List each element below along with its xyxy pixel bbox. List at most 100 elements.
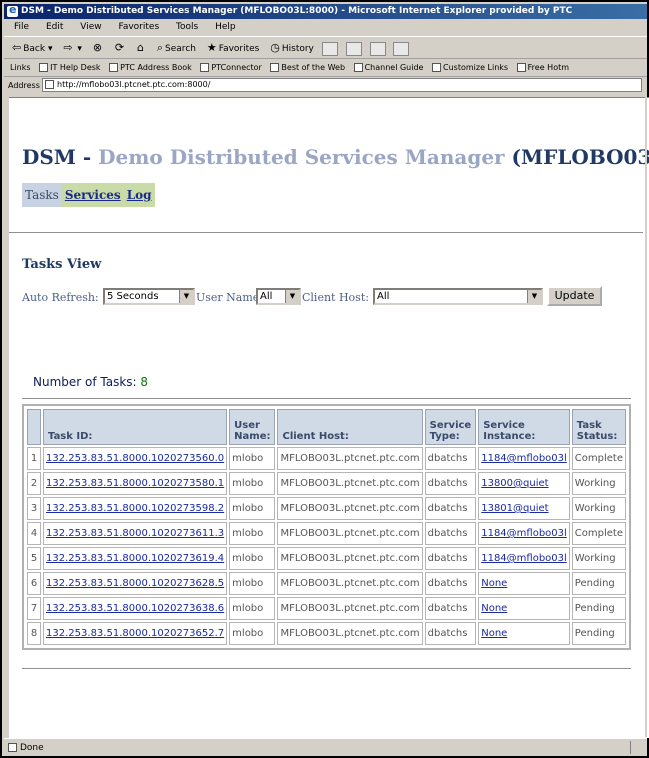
- link-channel-guide[interactable]: Channel Guide: [353, 63, 423, 72]
- table-cell: 132.253.83.51.8000.1020273652.7: [43, 622, 228, 645]
- table-cell: 6: [27, 572, 42, 595]
- page-icon: [45, 80, 54, 89]
- task-id-link[interactable]: 132.253.83.51.8000.1020273598.2: [46, 503, 224, 514]
- header-task-status: Task Status:: [571, 409, 626, 445]
- history-button[interactable]: ◷ History: [270, 38, 314, 59]
- menu-favorites[interactable]: Favorites: [118, 22, 159, 32]
- table-cell: dbatchs: [424, 497, 477, 520]
- task-id-link[interactable]: 132.253.83.51.8000.1020273628.5: [46, 578, 224, 589]
- tab-tasks[interactable]: Tasks: [22, 183, 62, 207]
- divider: [9, 232, 643, 233]
- search-button[interactable]: ⌕ Search: [157, 38, 196, 59]
- menu-edit[interactable]: Edit: [46, 22, 63, 32]
- row-index: 6: [30, 578, 38, 589]
- mail-icon[interactable]: [321, 41, 338, 56]
- table-cell: MFLOBO03L.ptcnet.ptc.com: [277, 522, 423, 545]
- favorites-button[interactable]: ★ Favorites: [207, 38, 260, 59]
- header-index: [27, 409, 42, 445]
- service-instance-link[interactable]: None: [481, 578, 507, 589]
- menu-view[interactable]: View: [80, 22, 101, 32]
- table-row: 2 132.253.83.51.8000.1020273580.1 mlobo MFL…: [27, 472, 626, 495]
- client-host-cell: MFLOBO03L.ptcnet.ptc.com: [280, 628, 420, 639]
- service-instance-link[interactable]: 1184@mflobo03l: [481, 528, 567, 539]
- link-customize-links[interactable]: Customize Links: [432, 63, 508, 72]
- stop-button[interactable]: ⊗: [93, 38, 104, 59]
- home-button[interactable]: ⌂: [137, 38, 146, 59]
- forward-button[interactable]: ⇨ ▾: [63, 38, 82, 59]
- client-host-cell: MFLOBO03L.ptcnet.ptc.com: [280, 478, 420, 489]
- user-name-cell: mlobo: [232, 578, 264, 589]
- task-id-link[interactable]: 132.253.83.51.8000.1020273580.1: [46, 478, 224, 489]
- status-text: Done: [20, 743, 44, 753]
- link-it-help-desk[interactable]: IT Help Desk: [39, 63, 101, 72]
- auto-refresh-select[interactable]: 5 Seconds ▼: [103, 288, 195, 305]
- table-cell: 132.253.83.51.8000.1020273638.6: [43, 597, 228, 620]
- service-instance-link[interactable]: 1184@mflobo03l: [481, 553, 567, 564]
- address-input[interactable]: http://mflobo03l.ptcnet.ptc.com:8000/: [42, 78, 642, 92]
- user-name-cell: mlobo: [232, 628, 264, 639]
- table-cell: Working: [571, 472, 626, 495]
- service-type-cell: dbatchs: [427, 453, 468, 464]
- discuss-icon[interactable]: [393, 41, 410, 56]
- menu-tools[interactable]: Tools: [176, 22, 198, 32]
- client-host-cell: MFLOBO03L.ptcnet.ptc.com: [280, 503, 420, 514]
- user-name-cell: mlobo: [232, 503, 264, 514]
- scrollbar[interactable]: [645, 97, 647, 737]
- table-cell: 1: [27, 447, 42, 470]
- header-client-host: Client Host:: [277, 409, 423, 445]
- service-instance-link[interactable]: None: [481, 628, 507, 639]
- user-name-select[interactable]: All ▼: [256, 288, 301, 305]
- service-type-cell: dbatchs: [427, 553, 468, 564]
- service-type-cell: dbatchs: [427, 628, 468, 639]
- user-name-cell: mlobo: [232, 603, 264, 614]
- back-arrow-icon: ⇦: [12, 41, 22, 54]
- menu-file[interactable]: File: [14, 22, 29, 32]
- task-id-link[interactable]: 132.253.83.51.8000.1020273638.6: [46, 603, 224, 614]
- service-instance-link[interactable]: None: [481, 603, 507, 614]
- task-id-link[interactable]: 132.253.83.51.8000.1020273611.3: [46, 528, 224, 539]
- menu-help[interactable]: Help: [215, 22, 236, 32]
- link-ptconnector[interactable]: PTConnector: [200, 63, 262, 72]
- status-divider: [630, 741, 643, 754]
- table-cell: 132.253.83.51.8000.1020273598.2: [43, 497, 228, 520]
- table-cell: mlobo: [229, 597, 276, 620]
- table-cell: mlobo: [229, 472, 276, 495]
- row-index: 3: [30, 503, 38, 514]
- link-best-of-the-web[interactable]: Best of the Web: [270, 63, 345, 72]
- table-cell: 1184@mflobo03l: [478, 547, 570, 570]
- table-cell: None: [478, 622, 570, 645]
- forward-arrow-icon: ⇨: [63, 41, 73, 54]
- update-button[interactable]: Update: [547, 286, 602, 306]
- edit-icon[interactable]: [369, 41, 386, 56]
- task-status-cell: Pending: [574, 578, 615, 589]
- divider: [22, 668, 631, 669]
- tab-services[interactable]: Services: [61, 183, 124, 207]
- service-instance-link[interactable]: 13801@quiet: [481, 503, 548, 514]
- task-status-cell: Pending: [574, 603, 615, 614]
- print-icon[interactable]: [345, 41, 362, 56]
- tab-log[interactable]: Log: [123, 183, 155, 207]
- page-done-icon: [8, 743, 17, 752]
- table-cell: MFLOBO03L.ptcnet.ptc.com: [277, 622, 423, 645]
- service-instance-link[interactable]: 13800@quiet: [481, 478, 548, 489]
- task-id-link[interactable]: 132.253.83.51.8000.1020273619.4: [46, 553, 224, 564]
- table-cell: Complete: [571, 522, 626, 545]
- table-cell: mlobo: [229, 497, 276, 520]
- back-button[interactable]: ⇦ Back ▾: [12, 38, 52, 59]
- link-ptc-address-book[interactable]: PTC Address Book: [109, 63, 192, 72]
- client-host-cell: MFLOBO03L.ptcnet.ptc.com: [280, 453, 420, 464]
- table-cell: 1184@mflobo03l: [478, 522, 570, 545]
- table-cell: mlobo: [229, 522, 276, 545]
- user-name-cell: mlobo: [232, 553, 264, 564]
- standard-toolbar: ⇦ Back ▾ ⇨ ▾ ⊗ ⟳ ⌂ ⌕ Search ★ Favorites ◷ Hi…: [4, 38, 647, 59]
- auto-refresh-label: Auto Refresh:: [22, 291, 99, 304]
- link-free-hotmail[interactable]: Free Hotm: [516, 63, 569, 72]
- table-cell: dbatchs: [424, 472, 477, 495]
- row-index: 4: [30, 528, 38, 539]
- client-host-select[interactable]: All ▼: [373, 288, 543, 305]
- table-cell: mlobo: [229, 447, 276, 470]
- service-instance-link[interactable]: 1184@mflobo03l: [481, 453, 567, 464]
- task-id-link[interactable]: 132.253.83.51.8000.1020273560.0: [46, 453, 224, 464]
- refresh-button[interactable]: ⟳: [115, 38, 126, 59]
- task-id-link[interactable]: 132.253.83.51.8000.1020273652.7: [46, 628, 224, 639]
